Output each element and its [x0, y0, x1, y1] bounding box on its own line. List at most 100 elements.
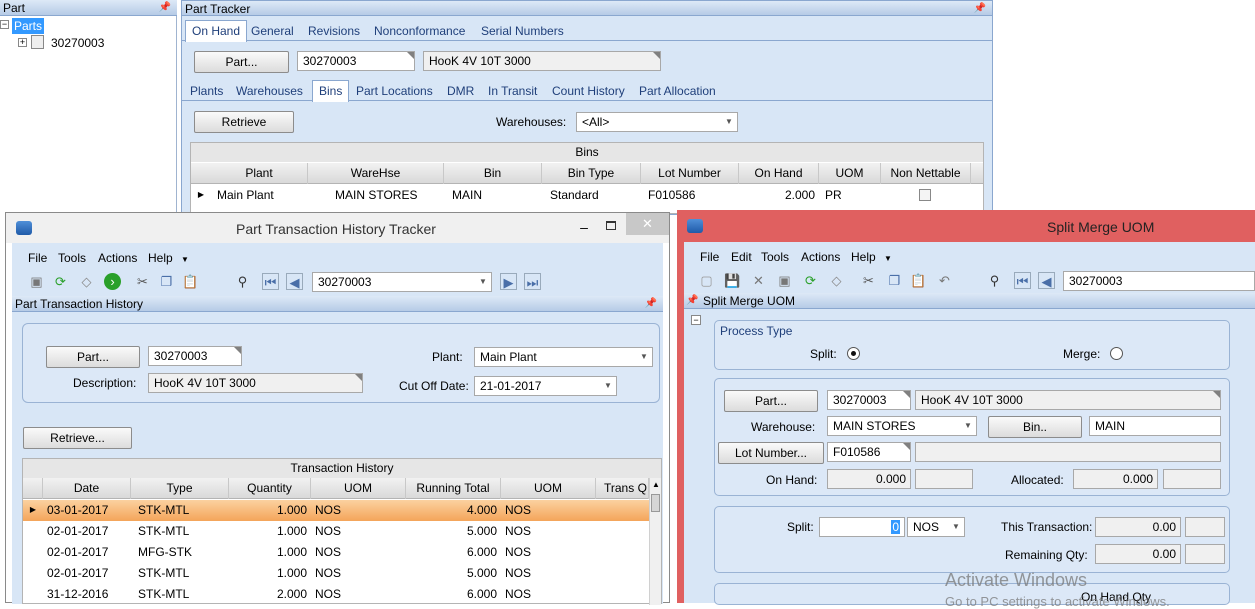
column-header[interactable]: UOM	[311, 478, 406, 499]
copy-icon[interactable]: ❐	[158, 273, 175, 290]
save-icon[interactable]: 💾	[724, 272, 741, 289]
column-header[interactable]: Non Nettable	[881, 163, 971, 184]
pin-icon[interactable]: 📌	[974, 1, 986, 17]
split-radio[interactable]	[847, 347, 860, 360]
column-header[interactable]: Date	[43, 478, 131, 499]
bin-field[interactable]: MAIN	[1089, 416, 1221, 436]
pin-icon[interactable]: 📌	[159, 0, 171, 16]
tab-nonconformance[interactable]: Nonconformance	[374, 24, 465, 38]
plant-select[interactable]: Main Plant ▼	[474, 347, 653, 367]
next-record-icon[interactable]: ▶	[500, 273, 517, 290]
column-header[interactable]: Plant	[211, 163, 308, 184]
subtab-warehouses[interactable]: Warehouses	[236, 84, 303, 98]
collapse-icon[interactable]: −	[691, 315, 701, 325]
menu-help[interactable]: Help	[148, 251, 173, 265]
new-icon[interactable]: ▢	[698, 272, 715, 289]
eraser-icon[interactable]: ◇	[78, 273, 95, 290]
part-number-field[interactable]: 30270003	[148, 346, 242, 366]
cut-icon[interactable]: ✂	[134, 273, 151, 290]
table-row[interactable]: 02-01-2017 MFG-STK 1.000 NOS 6.000 NOS	[23, 542, 649, 563]
split-uom-select[interactable]: NOS ▼	[907, 517, 965, 537]
maximize-button[interactable]	[606, 221, 616, 230]
table-row[interactable]: 02-01-2017 STK-MTL 1.000 NOS 5.000 NOS	[23, 521, 649, 542]
column-header[interactable]: Trans Q	[596, 478, 649, 499]
column-header[interactable]: UOM	[501, 478, 596, 499]
cutoff-date-picker[interactable]: 21-01-2017 ▼	[474, 376, 617, 396]
column-header[interactable]	[23, 478, 43, 499]
subtab-part-locations[interactable]: Part Locations	[356, 84, 433, 98]
first-record-icon[interactable]: ⏮	[262, 273, 279, 290]
copy-icon[interactable]: ❐	[886, 272, 903, 289]
tree-node-part[interactable]: 30270003	[51, 35, 104, 51]
eraser-icon[interactable]: ◇	[828, 272, 845, 289]
previous-record-icon[interactable]: ◀	[1038, 272, 1055, 289]
chevron-down-icon[interactable]: ▼	[960, 417, 976, 435]
table-row[interactable]: 31-12-2016 STK-MTL 2.000 NOS 6.000 NOS	[23, 584, 649, 605]
chevron-down-icon[interactable]: ▼	[475, 273, 491, 291]
search-icon[interactable]: ⚲	[234, 273, 251, 290]
delete-icon[interactable]: ✕	[750, 272, 767, 289]
tab-revisions[interactable]: Revisions	[308, 24, 360, 38]
tab-general[interactable]: General	[251, 24, 294, 38]
copy-icon[interactable]: ▣	[776, 272, 793, 289]
merge-radio[interactable]	[1110, 347, 1123, 360]
part-number-field[interactable]: 30270003	[827, 390, 911, 410]
menu-help[interactable]: Help	[851, 250, 876, 264]
part-button[interactable]: Part...	[724, 390, 818, 412]
cut-icon[interactable]: ✂	[860, 272, 877, 289]
tree-expander-icon[interactable]: −	[0, 20, 9, 29]
column-header[interactable]: UOM	[819, 163, 881, 184]
non-nettable-checkbox[interactable]	[919, 189, 931, 201]
subtab-plants[interactable]: Plants	[190, 84, 223, 98]
vertical-scrollbar[interactable]: ▲	[649, 478, 661, 605]
split-qty-field[interactable]: 0	[819, 517, 905, 537]
retrieve-button[interactable]: Retrieve...	[23, 427, 132, 449]
column-header[interactable]: Running Total	[406, 478, 501, 499]
menu-actions[interactable]: Actions	[801, 250, 840, 264]
pin-icon[interactable]: 📌	[686, 293, 698, 309]
scroll-up-icon[interactable]: ▲	[652, 480, 660, 489]
pin-icon[interactable]: 📌	[645, 296, 657, 312]
subtab-bins[interactable]: Bins	[312, 80, 350, 102]
chevron-down-icon[interactable]: ▼	[721, 113, 737, 131]
column-header[interactable]: Bin	[444, 163, 542, 184]
record-select[interactable]: 30270003	[1063, 271, 1255, 291]
refresh-icon[interactable]: ⟳	[802, 272, 819, 289]
column-header[interactable]: Type	[131, 478, 229, 499]
previous-record-icon[interactable]: ◀	[286, 273, 303, 290]
column-header[interactable]: On Hand	[739, 163, 819, 184]
tab-serial-numbers[interactable]: Serial Numbers	[481, 24, 564, 38]
part-number-field[interactable]: 30270003	[297, 51, 415, 71]
go-icon[interactable]: ›	[104, 273, 121, 290]
column-header[interactable]: Lot Number	[641, 163, 739, 184]
subtab-in-transit[interactable]: In Transit	[488, 84, 537, 98]
part-button[interactable]: Part...	[194, 51, 289, 73]
paste-icon[interactable]: 📋	[182, 273, 199, 290]
column-header[interactable]: Quantity	[229, 478, 311, 499]
chevron-down-icon[interactable]: ▼	[600, 377, 616, 395]
last-record-icon[interactable]: ⏭	[524, 273, 541, 290]
menu-tools[interactable]: Tools	[58, 251, 86, 265]
lot-number-field[interactable]: F010586	[827, 442, 911, 462]
refresh-icon[interactable]: ⟳	[52, 273, 69, 290]
menu-file[interactable]: File	[700, 250, 719, 264]
chevron-down-icon[interactable]: ▼	[948, 518, 964, 536]
close-button[interactable]: ✕	[626, 213, 669, 235]
warehouse-select[interactable]: MAIN STORES ▼	[827, 416, 977, 436]
menu-tools[interactable]: Tools	[761, 250, 789, 264]
first-record-icon[interactable]: ⏮	[1014, 272, 1031, 289]
retrieve-button[interactable]: Retrieve	[194, 111, 294, 133]
subtab-part-allocation[interactable]: Part Allocation	[639, 84, 716, 98]
lot-number-button[interactable]: Lot Number...	[718, 442, 824, 464]
part-button[interactable]: Part...	[46, 346, 140, 368]
tree-expander-icon[interactable]: +	[18, 38, 27, 47]
column-header[interactable]: WareHse	[308, 163, 444, 184]
record-select[interactable]: 30270003 ▼	[312, 272, 492, 292]
chevron-down-icon[interactable]: ▼	[181, 255, 189, 264]
column-header[interactable]: Bin Type	[542, 163, 641, 184]
table-row[interactable]: ▶ Main Plant MAIN STORES MAIN Standard F…	[191, 185, 983, 206]
tab-on-hand[interactable]: On Hand	[185, 20, 248, 42]
table-row[interactable]: 02-01-2017 STK-MTL 1.000 NOS 5.000 NOS	[23, 563, 649, 584]
menu-file[interactable]: File	[28, 251, 47, 265]
copy-icon[interactable]: ▣	[28, 273, 45, 290]
